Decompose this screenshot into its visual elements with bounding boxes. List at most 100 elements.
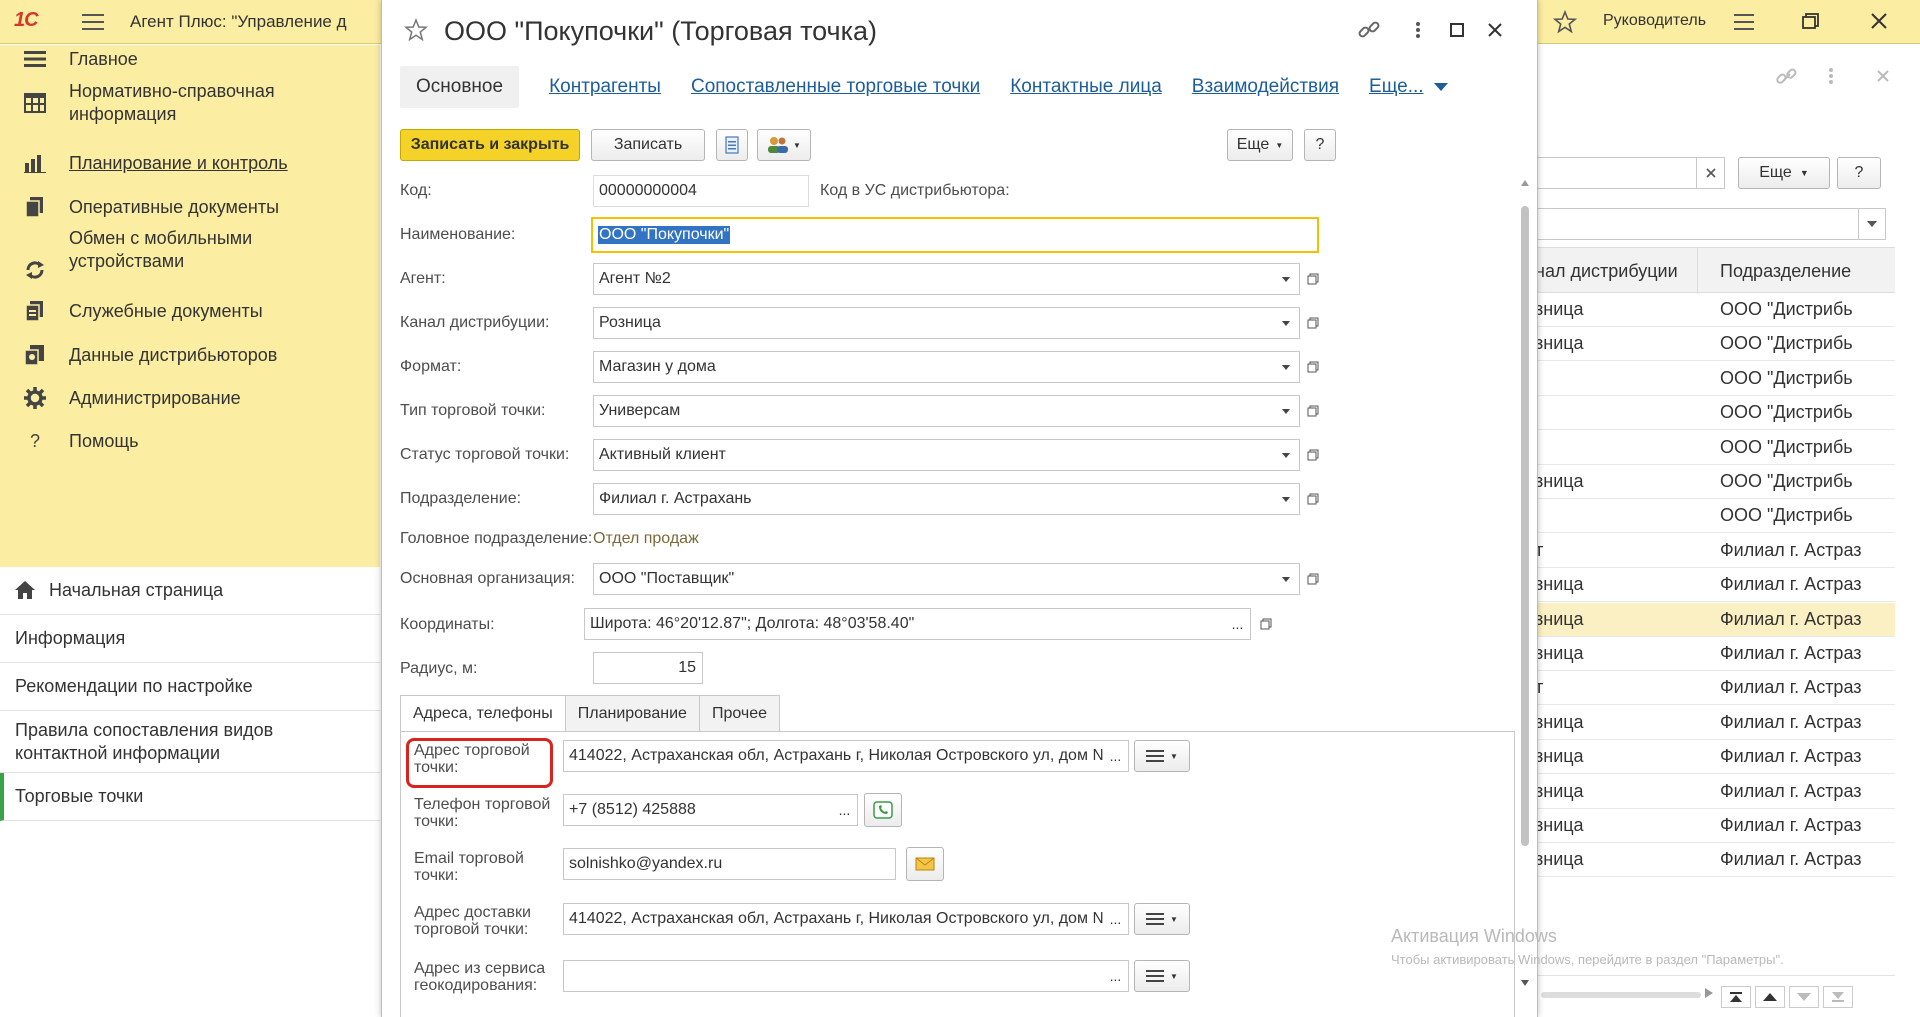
- email-field[interactable]: solnishko@yandex.ru: [563, 848, 896, 880]
- user-name[interactable]: Руководитель: [1603, 12, 1706, 30]
- type-open-icon[interactable]: [1300, 395, 1326, 427]
- coordinates-field[interactable]: Широта: 46°20'12.87"; Долгота: 48°03'58.…: [584, 608, 1226, 640]
- tab-contractors[interactable]: Контрагенты: [549, 76, 661, 98]
- go-up-icon[interactable]: [1755, 986, 1785, 1008]
- table-row[interactable]: зница Филиал г. Астраз: [1535, 706, 1895, 740]
- favorite-star-icon[interactable]: [404, 18, 428, 42]
- tab-other[interactable]: Прочее: [698, 695, 781, 731]
- geocode-address-field[interactable]: [563, 960, 1104, 992]
- save-close-button[interactable]: Записать и закрыть: [400, 129, 580, 161]
- table-row[interactable]: зница ООО "Дистрибь: [1535, 293, 1895, 327]
- nav-item-home[interactable]: Начальная страница: [0, 567, 380, 615]
- scroll-down-icon[interactable]: [1521, 980, 1529, 986]
- nav-item-setup-recommendations[interactable]: Рекомендации по настройке: [0, 663, 380, 711]
- nav-item-contact-rules[interactable]: Правила сопоставления видов контактной и…: [0, 711, 380, 773]
- code-field[interactable]: 00000000004: [593, 175, 809, 207]
- address-select-button[interactable]: ...: [1103, 740, 1129, 772]
- list-more-button[interactable]: Еще ▼: [1738, 157, 1830, 189]
- more-button[interactable]: Еще ▼: [1227, 129, 1293, 161]
- link-icon[interactable]: [1357, 20, 1381, 40]
- phone-field[interactable]: +7 (8512) 425888: [563, 794, 833, 826]
- go-last-icon[interactable]: [1823, 986, 1853, 1008]
- organization-open-icon[interactable]: [1300, 563, 1326, 595]
- vertical-scrollbar[interactable]: [1519, 180, 1531, 995]
- agent-field[interactable]: Агент №2: [593, 263, 1273, 295]
- close-app-icon[interactable]: [1870, 12, 1888, 30]
- channel-dropdown-icon[interactable]: [1272, 307, 1300, 339]
- tab-planning[interactable]: Планирование: [564, 695, 700, 731]
- format-dropdown-icon[interactable]: [1272, 351, 1300, 383]
- save-button[interactable]: Записать: [591, 129, 705, 161]
- list-help-button[interactable]: ?: [1837, 157, 1881, 189]
- tab-addresses-phones[interactable]: Адреса, телефоны: [400, 695, 566, 732]
- table-row[interactable]: зница ООО "Дистрибь: [1535, 327, 1895, 362]
- table-row[interactable]: зница Филиал г. Астраз: [1535, 843, 1895, 878]
- go-down-icon[interactable]: [1789, 986, 1819, 1008]
- division-open-icon[interactable]: [1300, 483, 1326, 515]
- delivery-address-field[interactable]: 414022, Астраханская обл, Астрахань г, Н…: [563, 903, 1104, 935]
- table-row[interactable]: ООО "Дистрибь: [1535, 431, 1895, 465]
- organization-field[interactable]: ООО "Поставщик": [593, 563, 1273, 595]
- table-row[interactable]: ООО "Дистрибь: [1535, 362, 1895, 396]
- filter-dropdown-icon[interactable]: [1858, 208, 1886, 240]
- geocode-select-button[interactable]: ...: [1103, 960, 1129, 992]
- settings-lines-icon[interactable]: [1732, 10, 1756, 34]
- document-list-icon[interactable]: [716, 129, 748, 161]
- division-field[interactable]: Филиал г. Астрахань: [593, 483, 1273, 515]
- horizontal-scrollbar[interactable]: [1541, 992, 1701, 998]
- organization-dropdown-icon[interactable]: [1272, 563, 1300, 595]
- status-open-icon[interactable]: [1300, 439, 1326, 471]
- table-row[interactable]: зница Филиал г. Астраз: [1535, 740, 1895, 775]
- delivery-select-button[interactable]: ...: [1103, 903, 1129, 935]
- tab-contacts[interactable]: Контактные лица: [1010, 76, 1162, 98]
- geocode-menu-button[interactable]: ▼: [1134, 960, 1190, 992]
- scroll-up-icon[interactable]: [1521, 180, 1529, 186]
- channel-field[interactable]: Розница: [593, 307, 1273, 339]
- chevron-down-icon[interactable]: [1433, 83, 1448, 91]
- table-row[interactable]: ООО "Дистрибь: [1535, 396, 1895, 431]
- coordinates-select-button[interactable]: ...: [1225, 608, 1251, 640]
- type-dropdown-icon[interactable]: [1272, 395, 1300, 427]
- channel-open-icon[interactable]: [1300, 307, 1326, 339]
- table-row[interactable]: зница Филиал г. Астраз: [1535, 568, 1895, 603]
- nav-item-trade-points[interactable]: Торговые точки: [0, 773, 380, 821]
- nav-item-info[interactable]: Информация: [0, 615, 380, 663]
- help-button[interactable]: ?: [1304, 129, 1336, 161]
- main-menu-icon[interactable]: [82, 12, 104, 32]
- filter-select[interactable]: [1535, 208, 1859, 240]
- restore-window-icon[interactable]: [1802, 12, 1820, 30]
- scroll-thumb[interactable]: [1521, 206, 1529, 846]
- send-email-icon[interactable]: [906, 847, 944, 881]
- tab-main[interactable]: Основное: [400, 66, 520, 108]
- column-header-channel[interactable]: нал дистрибуции: [1535, 261, 1678, 282]
- agent-dropdown-icon[interactable]: [1272, 263, 1300, 295]
- division-dropdown-icon[interactable]: [1272, 483, 1300, 515]
- close-icon[interactable]: [1488, 23, 1502, 37]
- table-row[interactable]: зница Филиал г. Астраз: [1535, 602, 1895, 637]
- address-menu-button[interactable]: ▼: [1134, 740, 1190, 772]
- head-division-value[interactable]: Отдел продаж: [593, 530, 699, 548]
- tab-matched-points[interactable]: Сопоставленные торговые точки: [691, 76, 980, 98]
- table-row[interactable]: зница Филиал г. Астраз: [1535, 775, 1895, 809]
- tab-more[interactable]: Еще...: [1369, 76, 1424, 98]
- favorites-star-icon[interactable]: [1553, 10, 1577, 34]
- coordinates-open-icon[interactable]: [1253, 608, 1279, 640]
- type-field[interactable]: Универсам: [593, 395, 1273, 427]
- delivery-menu-button[interactable]: ▼: [1134, 903, 1190, 935]
- table-row[interactable]: зница ООО "Дистрибь: [1535, 465, 1895, 499]
- link-icon[interactable]: [1775, 67, 1799, 87]
- search-input[interactable]: [1535, 157, 1697, 189]
- call-phone-icon[interactable]: [864, 793, 902, 827]
- tab-interactions[interactable]: Взаимодействия: [1192, 76, 1339, 98]
- format-field[interactable]: Магазин у дома: [593, 351, 1273, 383]
- agent-open-icon[interactable]: [1300, 263, 1326, 295]
- maximize-icon[interactable]: [1450, 23, 1464, 37]
- close-list-icon[interactable]: [1876, 69, 1890, 83]
- table-row[interactable]: ООО "Дистрибь: [1535, 499, 1895, 534]
- phone-select-button[interactable]: ...: [832, 794, 858, 826]
- more-dots-icon[interactable]: [1415, 21, 1421, 39]
- status-field[interactable]: Активный клиент: [593, 439, 1273, 471]
- format-open-icon[interactable]: [1300, 351, 1326, 383]
- users-menu-button[interactable]: ▼: [757, 129, 811, 161]
- more-dots-icon[interactable]: [1828, 67, 1834, 85]
